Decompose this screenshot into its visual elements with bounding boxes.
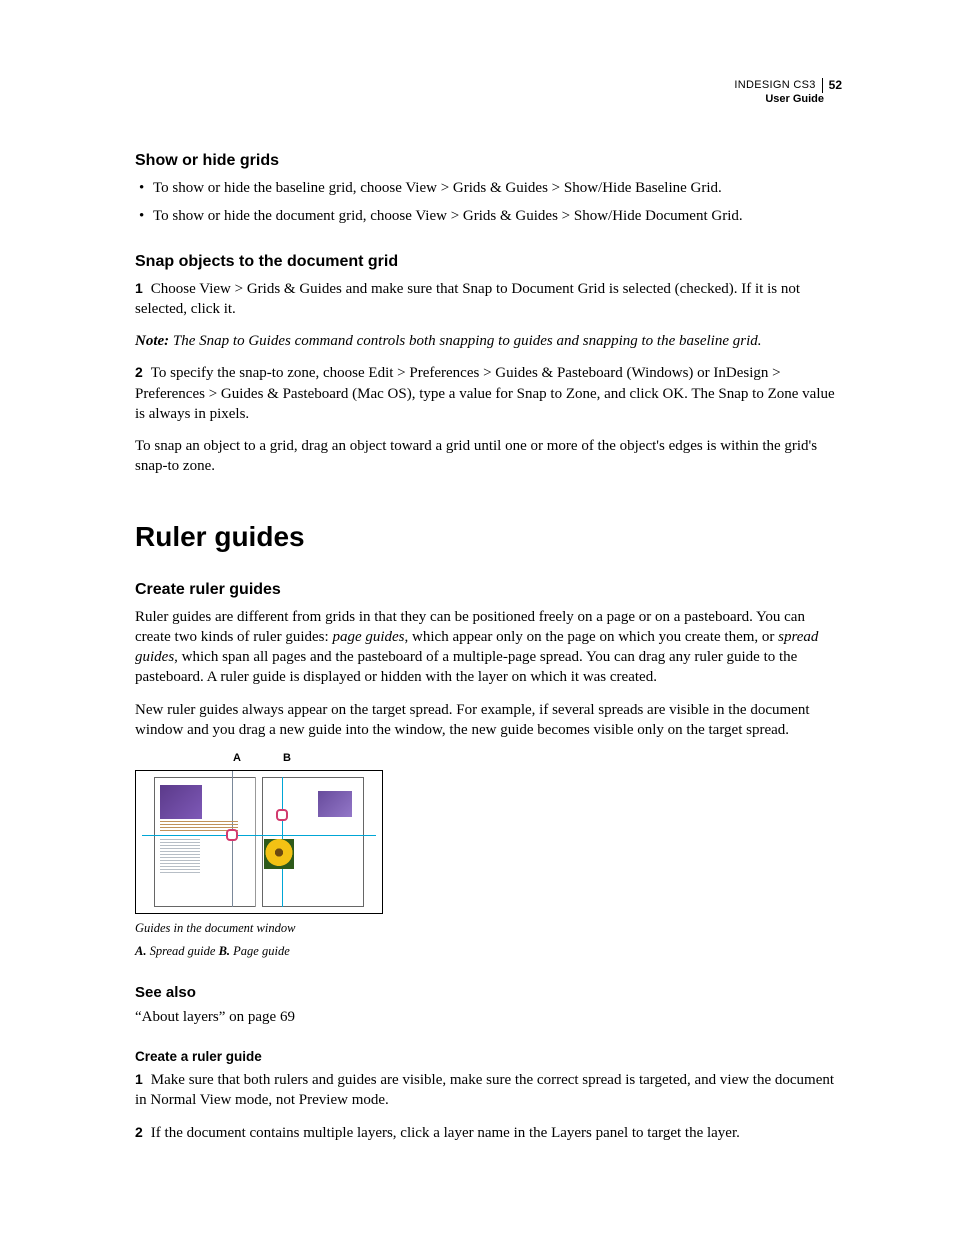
figure-label-a: A <box>233 752 241 764</box>
step-item: 2 If the document contains multiple layer… <box>135 1123 844 1143</box>
step-text: Make sure that both rulers and guides ar… <box>135 1072 834 1108</box>
figure-caption-line2: A. Spread guide B. Page guide <box>135 943 381 960</box>
heading-create-a-ruler-guide: Create a ruler guide <box>135 1049 844 1064</box>
page-header: INDESIGN CS3 52 User Guide <box>734 78 842 107</box>
list-item: To show or hide the document grid, choos… <box>153 206 844 226</box>
heading-show-hide-grids: Show or hide grids <box>135 152 844 170</box>
text-italic: page guides <box>332 629 404 645</box>
figure-thumbnail-icon <box>160 785 202 819</box>
caption-key: B. <box>219 944 230 958</box>
caption-key: A. <box>135 944 146 958</box>
figure-placeholder-text <box>160 839 200 873</box>
step-item: 1Make sure that both rulers and guides a… <box>135 1070 844 1111</box>
heading-create-ruler-guides: Create ruler guides <box>135 581 844 599</box>
text-run: , which appear only on the page on which… <box>405 629 779 645</box>
chapter-title-ruler-guides: Ruler guides <box>135 521 844 553</box>
step-number: 2 <box>135 1124 143 1140</box>
step-number: 2 <box>135 364 143 380</box>
text-run: , which span all pages and the pasteboar… <box>135 649 797 685</box>
figure-thumbnail-icon <box>318 791 352 817</box>
figure-guide-handle <box>226 829 238 841</box>
step-item: 2To specify the snap-to zone, choose Edi… <box>135 363 844 424</box>
header-page-number: 52 <box>822 78 842 93</box>
body-paragraph: New ruler guides always appear on the ta… <box>135 700 844 741</box>
step-text: If the document contains multiple layers… <box>151 1125 740 1141</box>
header-subtitle: User Guide <box>734 93 842 107</box>
figure-guide-handle <box>276 809 288 821</box>
figure-ruler-guides: A B <box>135 754 381 960</box>
section-create-ruler-guides: Create ruler guides Ruler guides are dif… <box>135 581 844 741</box>
step-text: To specify the snap-to zone, choose Edit… <box>135 365 835 422</box>
body-paragraph: To snap an object to a grid, drag an obj… <box>135 436 844 477</box>
figure-caption-line1: Guides in the document window <box>135 920 381 937</box>
see-also-link[interactable]: “About layers” on page 69 <box>135 1007 844 1027</box>
heading-see-also: See also <box>135 984 844 1001</box>
caption-text: Spread guide <box>146 944 218 958</box>
page-content: Show or hide grids To show or hide the b… <box>135 152 844 1143</box>
bullet-list: To show or hide the baseline grid, choos… <box>135 178 844 227</box>
section-show-hide-grids: Show or hide grids To show or hide the b… <box>135 152 844 227</box>
step-number: 1 <box>135 1071 143 1087</box>
step-item: 1Choose View > Grids & Guides and make s… <box>135 279 844 320</box>
step-text: Choose View > Grids & Guides and make su… <box>135 281 800 317</box>
document-page: INDESIGN CS3 52 User Guide Show or hide … <box>0 0 954 1235</box>
figure-thumbnail-icon <box>264 839 294 869</box>
figure-spread-guide <box>142 835 376 836</box>
section-snap-objects: Snap objects to the document grid 1Choos… <box>135 253 844 477</box>
figure-label-b: B <box>283 752 291 764</box>
header-product: INDESIGN CS3 <box>734 79 815 93</box>
list-item: To show or hide the baseline grid, choos… <box>153 178 844 198</box>
note: Note: The Snap to Guides command control… <box>135 331 844 351</box>
step-number: 1 <box>135 280 143 296</box>
heading-snap-objects: Snap objects to the document grid <box>135 253 844 271</box>
body-paragraph: Ruler guides are different from grids in… <box>135 607 844 688</box>
caption-text: Page guide <box>230 944 290 958</box>
note-label: Note: <box>135 333 169 349</box>
note-text: The Snap to Guides command controls both… <box>173 333 762 349</box>
